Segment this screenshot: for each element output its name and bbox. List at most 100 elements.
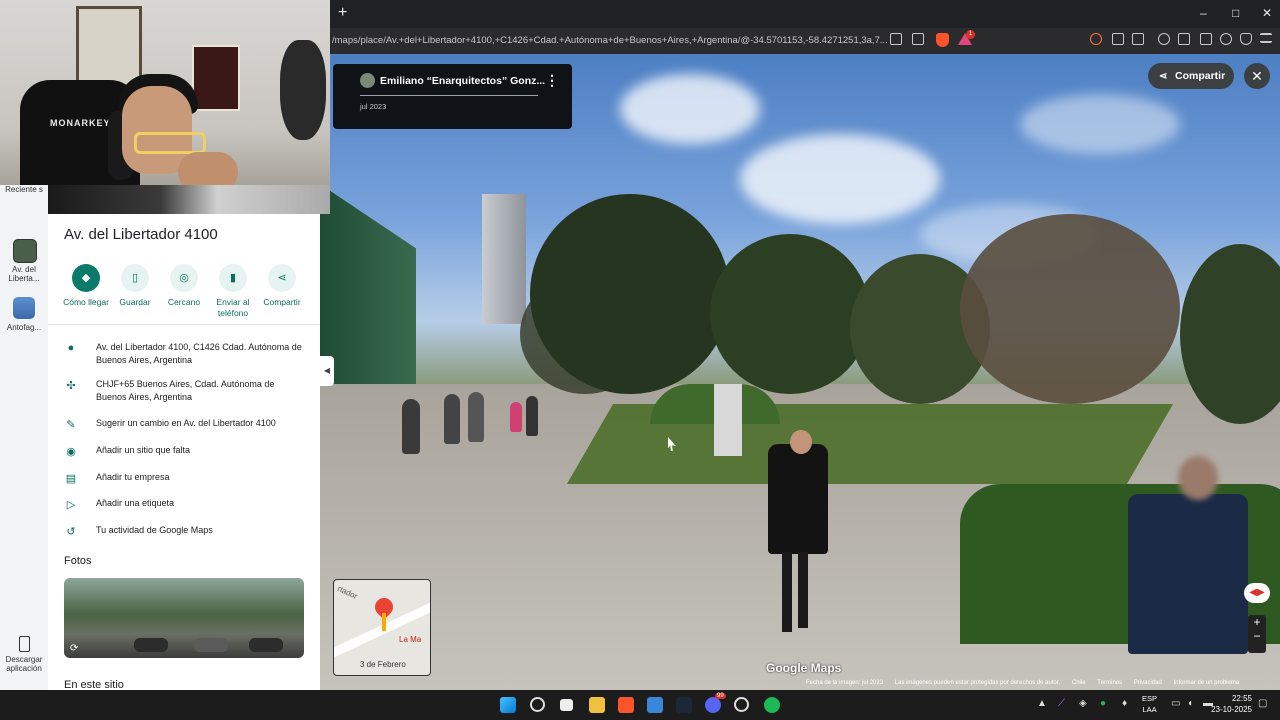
- recent-place-thumbnail[interactable]: [13, 239, 37, 263]
- terms-link[interactable]: Términos: [1097, 680, 1122, 686]
- compass-icon[interactable]: ◀▶: [1244, 583, 1270, 603]
- close-street-view-button[interactable]: ✕: [1244, 63, 1270, 89]
- history-icon: ↺: [66, 526, 76, 538]
- share-icon: ⋖: [268, 264, 296, 292]
- image-date-text: Fecha de la imagen: jul 2023: [806, 680, 884, 686]
- menu-icon[interactable]: [1260, 33, 1272, 43]
- recent-place-label[interactable]: Av. del Liberta...: [0, 265, 48, 283]
- media-icon[interactable]: [1158, 33, 1170, 45]
- tray-app-icon[interactable]: ⟋: [1058, 698, 1065, 709]
- report-problem-link[interactable]: Informar de un problema: [1173, 680, 1239, 686]
- nearby-icon: ◎: [170, 264, 198, 292]
- start-icon[interactable]: [500, 697, 516, 713]
- location-pin-icon: ●: [67, 342, 75, 354]
- save-button[interactable]: ▯ Guardar: [111, 264, 159, 308]
- clock[interactable]: 22:55 23-10-2025: [1211, 693, 1252, 715]
- nearby-button[interactable]: ◎ Cercano: [160, 264, 208, 308]
- spotify-icon[interactable]: [764, 697, 780, 713]
- screenshot-icon[interactable]: [1132, 33, 1144, 45]
- more-options-icon[interactable]: ⋮: [545, 72, 559, 89]
- language-indicator[interactable]: ESP LAA: [1142, 693, 1157, 715]
- zoom-out-button[interactable]: −: [1248, 629, 1266, 643]
- store-icon: ▤: [65, 473, 77, 485]
- brave-shields-icon[interactable]: [936, 33, 949, 47]
- add-place-icon: ◉: [66, 446, 76, 458]
- close-window-button[interactable]: ✕: [1262, 6, 1272, 20]
- send-to-phone-button[interactable]: ▮ Enviar al teléfono: [209, 264, 257, 319]
- sidebar-icon[interactable]: [1178, 33, 1190, 45]
- discord-icon[interactable]: [705, 697, 721, 713]
- tray-overflow-icon[interactable]: ▲: [1037, 698, 1047, 709]
- chair-logo: MONARKEY: [50, 118, 111, 128]
- leo-ai-icon[interactable]: [1220, 33, 1232, 45]
- browser-tab-bar: + – □ ✕: [330, 0, 1280, 28]
- maximize-button[interactable]: □: [1232, 6, 1239, 20]
- author-avatar[interactable]: [360, 73, 375, 88]
- panorama-360-icon: ⟳: [70, 643, 79, 654]
- share-page-icon[interactable]: [912, 33, 924, 45]
- discord-badge: 99: [715, 693, 726, 699]
- capture-date: jul 2023: [360, 102, 387, 111]
- volume-icon[interactable]: ◖: [1187, 698, 1193, 709]
- share-icon: ⋖: [1159, 71, 1168, 82]
- info-sign: [714, 384, 742, 456]
- author-name[interactable]: Emiliano “Enarquitectos” Gonz...: [380, 75, 545, 87]
- extension-fire-icon[interactable]: [1090, 33, 1102, 45]
- bookmark-icon: ▯: [121, 264, 149, 292]
- plus-code-icon: ✣: [66, 380, 76, 392]
- brave-browser-icon[interactable]: [618, 697, 634, 713]
- label-icon: ▷: [66, 499, 76, 511]
- privacy-link[interactable]: Privacidad: [1134, 680, 1162, 686]
- minimap-caption: 3 de Febrero: [360, 660, 406, 669]
- recent-place-label-2[interactable]: Antofag...: [0, 323, 48, 332]
- author-card: Emiliano “Enarquitectos” Gonz... ⋮ jul 2…: [333, 64, 572, 129]
- steam-icon[interactable]: [676, 697, 692, 713]
- recent-place-thumbnail-2[interactable]: [13, 297, 35, 319]
- network-icon[interactable]: ▭: [1171, 698, 1180, 709]
- extensions-icon[interactable]: [1112, 33, 1124, 45]
- task-view-icon[interactable]: [560, 699, 573, 711]
- minimap-place-label: La Ma: [399, 635, 422, 644]
- send-to-phone-icon: ▮: [219, 264, 247, 292]
- region-link[interactable]: Chile: [1072, 680, 1086, 686]
- share-button[interactable]: ⋖ Compartir: [1148, 63, 1234, 89]
- place-header-image: [48, 185, 330, 214]
- file-explorer-icon[interactable]: [589, 697, 605, 713]
- url-text[interactable]: /maps/place/Av.+del+Libertador+4100,+C14…: [332, 35, 888, 46]
- left-rail: Reciente s Av. del Liberta... Antofag...…: [0, 185, 48, 690]
- in-this-place-heading: En este sitio: [64, 679, 124, 690]
- street-view-panorama[interactable]: [320, 54, 1280, 690]
- legal-footer: Fecha de la imagen: jul 2023 Las imágene…: [806, 680, 1249, 686]
- tray-steam-icon[interactable]: ◈: [1079, 698, 1087, 709]
- directions-icon: ◆: [72, 264, 100, 292]
- minimize-button[interactable]: –: [1200, 6, 1207, 20]
- minimap-street-label: rtador: [336, 584, 359, 601]
- photos-app-icon[interactable]: [647, 697, 663, 713]
- windows-taskbar: 99 ▲ ⟋ ◈ ● ♦ ESP LAA ▭ ◖ ▬ 22:55 23-10-2…: [0, 690, 1280, 720]
- pencil-icon: ✎: [66, 419, 76, 431]
- install-app-icon[interactable]: [890, 33, 902, 45]
- recent-label[interactable]: Reciente s: [0, 185, 48, 194]
- new-tab-button[interactable]: +: [338, 4, 347, 22]
- search-icon[interactable]: [530, 697, 545, 712]
- phone-icon: [19, 636, 30, 652]
- collapse-panel-button[interactable]: ◀: [320, 356, 334, 386]
- google-maps-watermark: Google Maps: [766, 661, 842, 675]
- obs-icon[interactable]: [734, 697, 749, 712]
- zoom-control: + −: [1248, 615, 1266, 653]
- place-panel: Av. del Libertador 4100 ◆ Cómo llegar ▯ …: [48, 214, 320, 690]
- tray-spotify-icon[interactable]: ●: [1100, 698, 1106, 709]
- notifications-icon[interactable]: ▢: [1258, 698, 1267, 709]
- vpn-shield-icon[interactable]: [1240, 33, 1252, 45]
- webcam-overlay: MONARKEY: [0, 0, 330, 185]
- address-bar[interactable]: /maps/place/Av.+del+Libertador+4100,+C14…: [330, 28, 1280, 54]
- microphone-icon[interactable]: ♦: [1122, 698, 1127, 709]
- download-app-link[interactable]: Descargar aplicación: [0, 655, 48, 673]
- photo-thumbnail[interactable]: ⟳: [64, 578, 304, 658]
- copyright-text: Las imágenes pueden estar protegidas por…: [894, 680, 1061, 686]
- directions-button[interactable]: ◆ Cómo llegar: [62, 264, 110, 308]
- share-place-button[interactable]: ⋖ Compartir: [258, 264, 306, 308]
- minimap[interactable]: rtador La Ma 3 de Febrero: [333, 579, 431, 676]
- wallet-icon[interactable]: [1200, 33, 1212, 45]
- zoom-in-button[interactable]: +: [1248, 615, 1266, 629]
